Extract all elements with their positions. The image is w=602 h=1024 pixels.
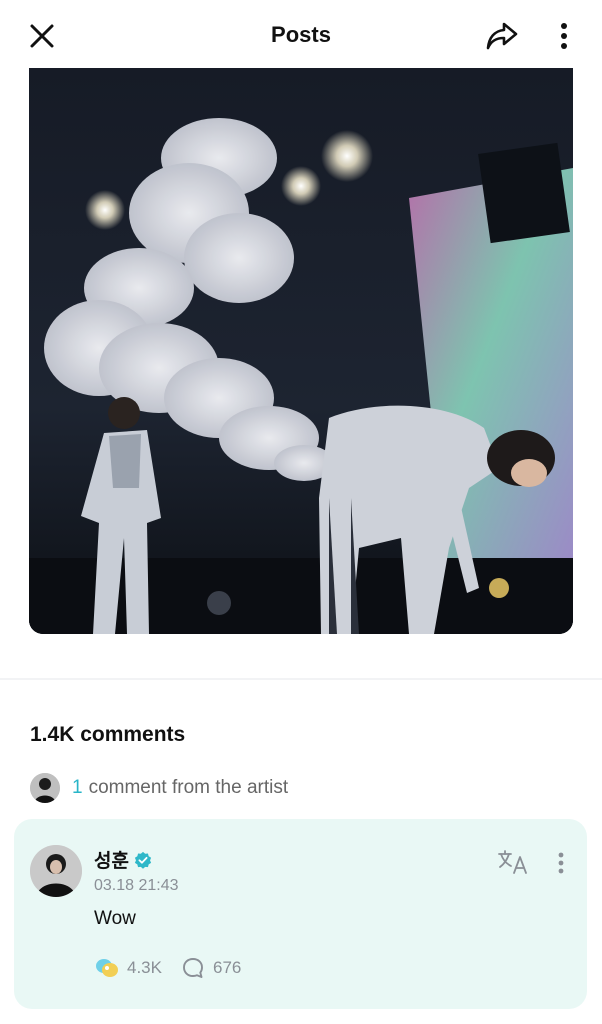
comment-timestamp: 03.18 21:43: [94, 877, 179, 894]
comment-author-row: 성훈: [94, 846, 152, 873]
like-button[interactable]: 4.3K: [94, 956, 162, 980]
artist-comment-count: 1: [72, 777, 83, 798]
post-image[interactable]: [29, 68, 573, 634]
comment-text: Wow: [94, 908, 136, 929]
section-divider: [0, 678, 602, 680]
translate-icon: [498, 850, 527, 874]
more-options-button[interactable]: [544, 16, 584, 56]
share-icon: [486, 22, 518, 50]
share-button[interactable]: [482, 16, 522, 56]
verified-badge-icon: [134, 851, 152, 869]
comment-actions: 4.3K 676: [94, 956, 241, 980]
reaction-icon: [94, 956, 120, 980]
more-vertical-icon: [561, 23, 567, 49]
comments-count: 1.4K comments: [30, 723, 186, 746]
comment-author[interactable]: 성훈: [94, 846, 129, 873]
artist-comment-card: 성훈 03.18 21:43 Wow 4.3K 676: [14, 819, 587, 1009]
artist-avatar: [30, 773, 60, 803]
translate-button[interactable]: [496, 847, 530, 877]
comment-more-button[interactable]: [550, 847, 572, 879]
reply-count: 676: [212, 958, 242, 977]
top-bar: Posts: [0, 0, 602, 70]
avatar[interactable]: [30, 845, 82, 897]
comment-bubble-icon: [180, 956, 206, 980]
reply-button[interactable]: 676: [180, 956, 241, 980]
artist-comment-label: comment from the artist: [88, 777, 289, 798]
artist-comments-link[interactable]: 1 comment from the artist: [30, 772, 288, 804]
more-vertical-icon: [558, 852, 564, 874]
like-count: 4.3K: [127, 958, 162, 977]
